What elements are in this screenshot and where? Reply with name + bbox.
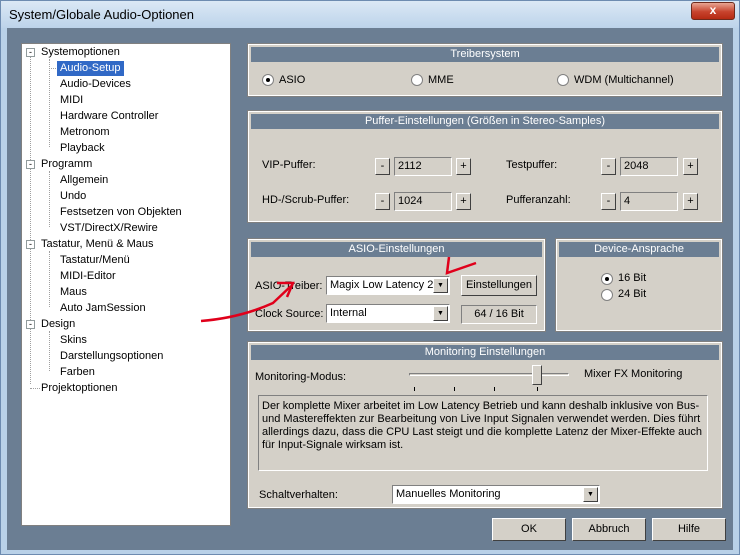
red-arrow-line [200, 285, 292, 323]
red-arrow-mark [445, 256, 477, 275]
red-annotation-overlay [200, 256, 477, 323]
dialog-window: System/Globale Audio-Optionen x - System… [0, 0, 740, 555]
